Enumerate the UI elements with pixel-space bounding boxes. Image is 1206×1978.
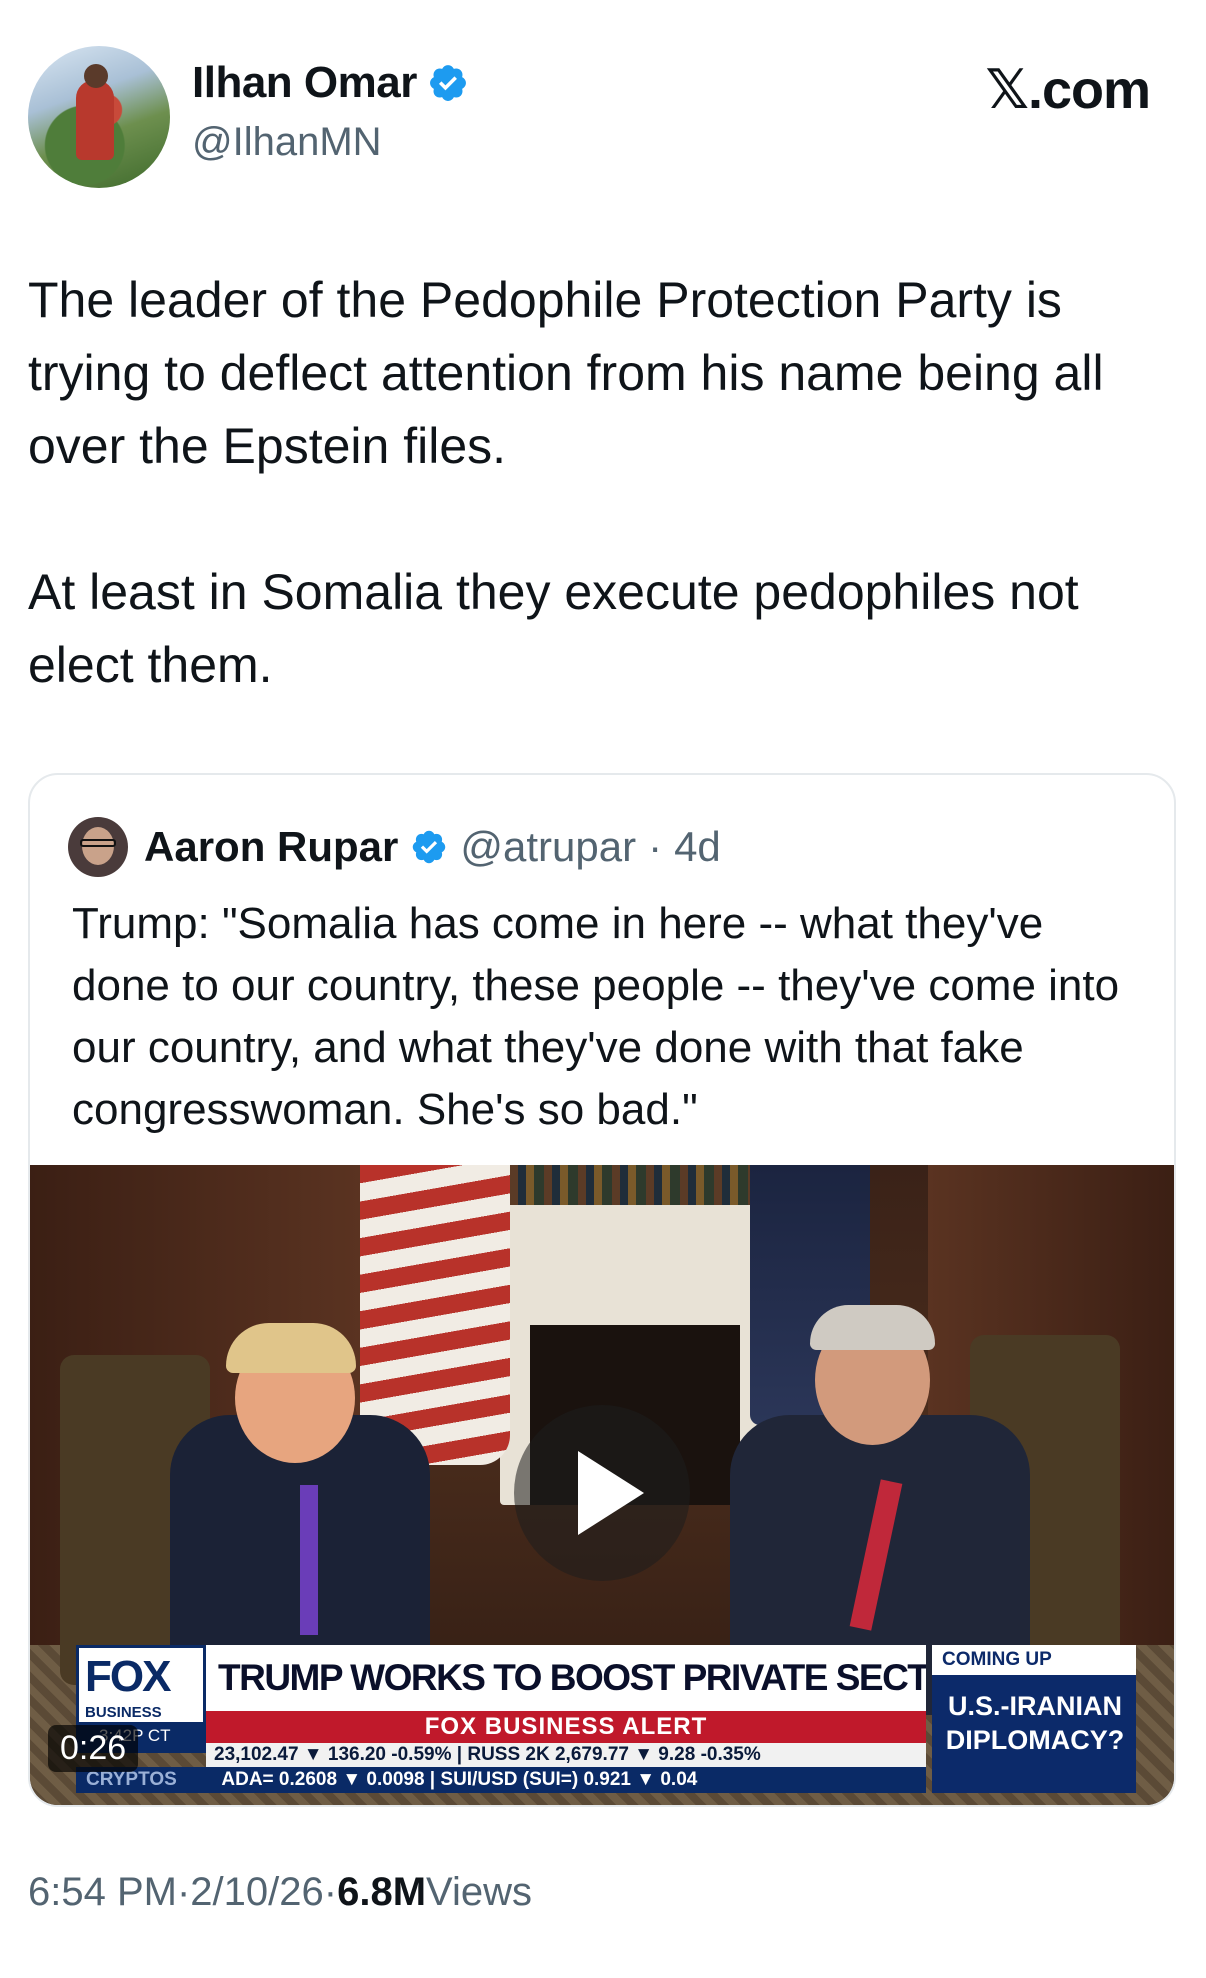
author-display-name[interactable]: Ilhan Omar: [192, 58, 417, 108]
coming-up-panel: COMING UP U.S.-IRANIAN DIPLOMACY?: [932, 1645, 1136, 1793]
scene-person-right: [670, 1285, 1090, 1715]
play-button[interactable]: [514, 1405, 690, 1581]
post-paragraph: The leader of the Pedophile Protection P…: [28, 272, 1104, 474]
quoted-post-text: Trump: "Somalia has come in here -- what…: [72, 899, 1120, 1134]
chyron-ticker-bottom: CRYPTOS ADA= 0.2608 ▼ 0.0098 | SUI/USD (…: [76, 1767, 926, 1793]
avatar-head: [84, 64, 108, 88]
quoted-avatar-glasses: [80, 839, 116, 847]
quoted-author-avatar[interactable]: [68, 817, 128, 877]
author-handle[interactable]: @IlhanMN: [192, 120, 382, 165]
author-avatar[interactable]: [28, 46, 170, 188]
post-date[interactable]: 2/10/26: [190, 1870, 323, 1915]
separator-dot: ·: [648, 823, 663, 870]
quoted-author-name[interactable]: Aaron Rupar: [144, 823, 398, 871]
separator-dot: ·: [323, 1870, 338, 1914]
video-duration-badge: 0:26: [48, 1725, 139, 1772]
verified-badge-icon: [413, 830, 446, 864]
network-logo-text: FOX: [85, 1652, 171, 1701]
chyron-ticker-top: 23,102.47 ▼ 136.20 -0.59% | RUSS 2K 2,67…: [206, 1743, 926, 1767]
chyron-headline: TRUMP WORKS TO BOOST PRIVATE SECTOR IN S…: [206, 1645, 926, 1711]
video-player[interactable]: FOX BUSINESS 3:42P CT TRUMP WORKS TO BOO…: [30, 1165, 1174, 1805]
network-logo-sub: BUSINESS: [85, 1704, 162, 1721]
coming-up-topic: U.S.-IRANIAN DIPLOMACY?: [945, 1691, 1125, 1755]
quoted-post-header: Aaron Rupar @atrupar · 4d: [68, 817, 721, 877]
news-chyron: FOX BUSINESS 3:42P CT TRUMP WORKS TO BOO…: [76, 1645, 1136, 1795]
verified-badge-icon: [429, 65, 466, 101]
scene-person-left: [130, 1315, 510, 1695]
ticker-values: ADA= 0.2608 ▼ 0.0098 | SUI/USD (SUI=) 0.…: [221, 1769, 698, 1790]
quoted-author-handle[interactable]: @atrupar: [460, 823, 636, 871]
post-meta: 6:54 PM · 2/10/26 · 6.8M Views: [28, 1870, 532, 1915]
chyron-alert: FOX BUSINESS ALERT: [206, 1711, 926, 1743]
author-name-row: Ilhan Omar: [192, 58, 469, 108]
play-icon: [578, 1451, 644, 1535]
ticker-label: CRYPTOS: [86, 1769, 177, 1790]
x-watermark: 𝕏.com: [985, 60, 1151, 120]
quoted-post-time[interactable]: 4d: [674, 823, 721, 871]
coming-up-label: COMING UP: [932, 1645, 1136, 1675]
views-count[interactable]: 6.8M: [337, 1870, 426, 1915]
separator-dot: ·: [176, 1870, 191, 1914]
avatar-figure: [76, 80, 114, 160]
post-paragraph: At least in Somalia they execute pedophi…: [28, 564, 1079, 693]
post-body: The leader of the Pedophile Protection P…: [28, 264, 1178, 702]
views-label: Views: [426, 1870, 533, 1914]
post-time[interactable]: 6:54 PM: [28, 1870, 177, 1915]
quoted-post-card[interactable]: Aaron Rupar @atrupar · 4d Trump: "Somali…: [28, 773, 1176, 1807]
